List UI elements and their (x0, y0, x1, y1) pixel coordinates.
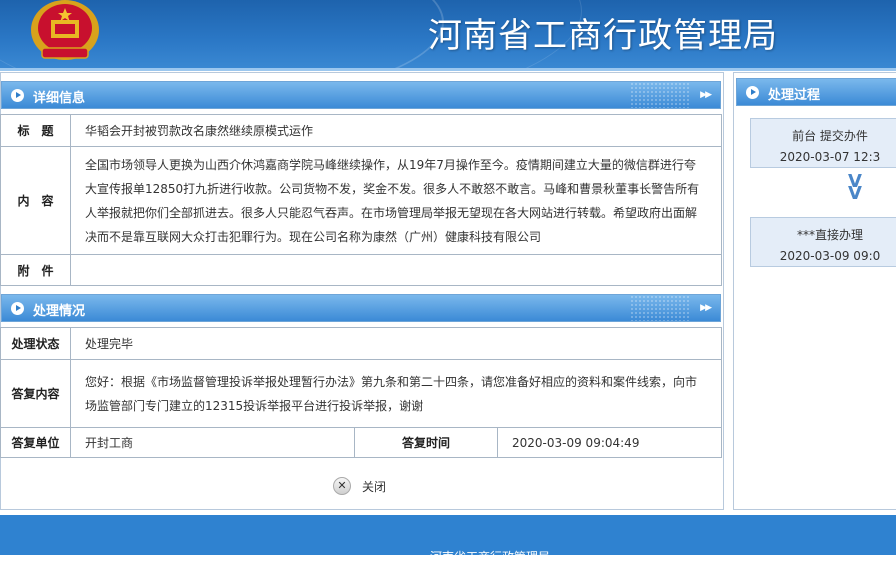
reply-value: 您好：根据《市场监督管理投诉举报处理暂行办法》第九条和第二十四条，请您准备好相应… (70, 359, 722, 428)
circle-arrow-icon (11, 89, 24, 102)
table-row: 答复单位 开封工商 答复时间 2020-03-09 09:04:49 (0, 427, 722, 458)
site-header: 河南省工商行政管理局 (0, 0, 896, 68)
process-step: ***直接办理 2020-03-09 09:0 (750, 217, 896, 267)
table-row: 答复内容 您好：根据《市场监督管理投诉举报处理暂行办法》第九条和第二十四条，请您… (0, 359, 722, 428)
process-step: 前台 提交办件 2020-03-07 12:3 (750, 118, 896, 168)
handling-table: 处理状态 处理完毕 答复内容 您好：根据《市场监督管理投诉举报处理暂行办法》第九… (0, 327, 722, 458)
process-section-title: 处理过程 (768, 88, 821, 103)
chevron-down-icon: VV (848, 171, 862, 204)
handling-section-header: 处理情况 ▶▶ (1, 294, 721, 322)
close-button[interactable]: 关闭 (362, 478, 386, 495)
bar-pattern (630, 295, 690, 321)
attachment-value (70, 254, 722, 286)
time-label: 答复时间 (354, 427, 498, 458)
title-value: 华韬会开封被罚款改名康然继续原模式运作 (70, 114, 722, 147)
table-row: 附 件 (0, 254, 722, 286)
site-title: 河南省工商行政管理局 (428, 16, 778, 56)
site-footer: 河南省工商行政管理局 (0, 515, 896, 564)
content-label: 内 容 (0, 146, 71, 255)
double-chevron-right-icon[interactable]: ▶▶ (700, 303, 712, 313)
bar-pattern (630, 82, 690, 108)
attachment-label: 附 件 (0, 254, 71, 286)
unit-value: 开封工商 (70, 427, 355, 458)
process-step-name: ***直接办理 (796, 228, 863, 242)
national-emblem-logo (31, 0, 99, 60)
unit-label: 答复单位 (0, 427, 71, 458)
table-row: 内 容 全国市场领导人更换为山西介休鸿嘉商学院马峰继续操作，从19年7月操作至今… (0, 146, 722, 255)
footer-text: 河南省工商行政管理局 (430, 550, 551, 564)
table-row: 处理状态 处理完毕 (0, 327, 722, 360)
status-value: 处理完毕 (70, 327, 722, 360)
header-divider (0, 68, 896, 71)
circle-arrow-icon (746, 86, 759, 99)
table-row: 标 题 华韬会开封被罚款改名康然继续原模式运作 (0, 114, 722, 147)
details-table: 标 题 华韬会开封被罚款改名康然继续原模式运作 内 容 全国市场领导人更换为山西… (0, 114, 722, 286)
handling-section-title: 处理情况 (33, 304, 86, 319)
title-label: 标 题 (0, 114, 71, 147)
process-section-header: 处理过程 (736, 78, 896, 106)
close-icon[interactable]: ✕ (333, 477, 351, 495)
double-chevron-right-icon[interactable]: ▶▶ (700, 90, 712, 100)
circle-arrow-icon (11, 302, 24, 315)
details-section-title: 详细信息 (33, 91, 86, 106)
process-step-time: 2020-03-09 09:0 (779, 249, 881, 263)
content-value: 全国市场领导人更换为山西介休鸿嘉商学院马峰继续操作，从19年7月操作至今。疫情期… (70, 146, 722, 255)
time-value: 2020-03-09 09:04:49 (497, 427, 722, 458)
process-step-time: 2020-03-07 12:3 (779, 150, 881, 164)
reply-label: 答复内容 (0, 359, 71, 428)
process-step-name: 前台 提交办件 (792, 129, 868, 143)
status-label: 处理状态 (0, 327, 71, 360)
details-section-header: 详细信息 ▶▶ (1, 81, 721, 109)
